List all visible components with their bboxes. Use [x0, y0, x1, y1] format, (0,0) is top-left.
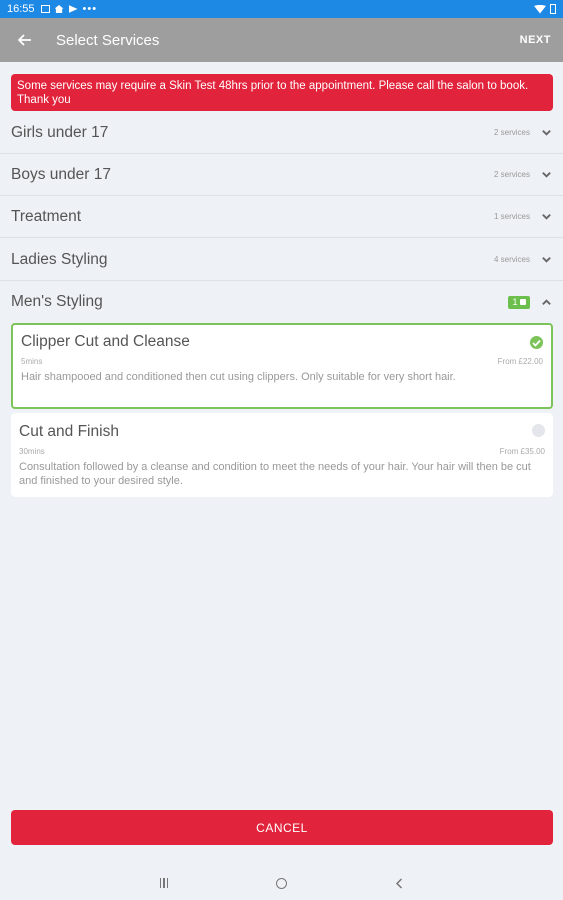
service-card-clipper-cut[interactable]: Clipper Cut and Cleanse 5mins From £22.0…: [11, 323, 553, 409]
category-name: Boys under 17: [11, 165, 111, 183]
battery-icon: [550, 4, 556, 14]
category-girls-under-17[interactable]: Girls under 17 2 services: [0, 112, 563, 154]
category-mens-styling[interactable]: Men's Styling 1: [0, 281, 563, 323]
category-count: 2 services: [493, 170, 530, 179]
wifi-icon: [534, 4, 546, 14]
service-card-cut-and-finish[interactable]: Cut and Finish 30mins From £35.00 Consul…: [11, 413, 553, 497]
back-button[interactable]: [0, 34, 50, 46]
service-duration: 30mins: [19, 447, 45, 456]
selected-count-badge: 1: [508, 295, 530, 309]
cancel-button[interactable]: CANCEL: [11, 810, 553, 845]
category-treatment[interactable]: Treatment 1 services: [0, 196, 563, 238]
unchecked-circle-icon[interactable]: [532, 424, 545, 437]
system-nav-bar: [0, 866, 563, 900]
service-description: Consultation followed by a cleanse and c…: [19, 461, 531, 487]
service-name: Clipper Cut and Cleanse: [21, 333, 190, 350]
chevron-down-icon: [540, 169, 552, 181]
play-icon: [68, 5, 78, 13]
status-bar: 16:55 •••: [0, 0, 563, 18]
service-price: From £22.00: [497, 357, 543, 366]
app-bar: Select Services NEXT: [0, 18, 563, 62]
service-name: Cut and Finish: [19, 423, 119, 440]
category-boys-under-17[interactable]: Boys under 17 2 services: [0, 154, 563, 196]
arrow-left-icon: [18, 34, 31, 46]
chevron-up-icon: [540, 296, 552, 308]
next-button[interactable]: NEXT: [520, 34, 551, 46]
category-name: Treatment: [11, 207, 82, 225]
status-time: 16:55: [7, 3, 35, 15]
back-nav-icon[interactable]: [392, 877, 406, 889]
service-description: Hair shampooed and conditioned then cut …: [21, 371, 456, 383]
service-price: From £35.00: [499, 447, 545, 456]
home-icon[interactable]: [276, 877, 287, 889]
service-duration: 5mins: [21, 357, 43, 366]
page-title: Select Services: [56, 31, 160, 49]
home-notification-icon: [54, 5, 64, 13]
chevron-down-icon: [540, 211, 552, 223]
basket-icon: [519, 299, 526, 305]
category-count: 4 services: [493, 255, 530, 264]
check-circle-icon[interactable]: [530, 336, 543, 349]
category-name: Girls under 17: [11, 123, 109, 141]
category-count: 1 services: [493, 212, 530, 221]
category-count: 2 services: [493, 128, 530, 137]
category-ladies-styling[interactable]: Ladies Styling 4 services: [0, 239, 563, 281]
skin-test-alert: Some services may require a Skin Test 48…: [11, 74, 553, 111]
recents-icon[interactable]: [157, 878, 171, 888]
badge-count: 1: [512, 297, 518, 307]
more-notifications-icon: •••: [82, 3, 98, 15]
chevron-down-icon: [540, 254, 552, 266]
chevron-down-icon: [540, 127, 552, 139]
category-name: Ladies Styling: [11, 250, 108, 268]
category-name: Men's Styling: [11, 293, 103, 310]
gallery-icon: [40, 5, 50, 13]
